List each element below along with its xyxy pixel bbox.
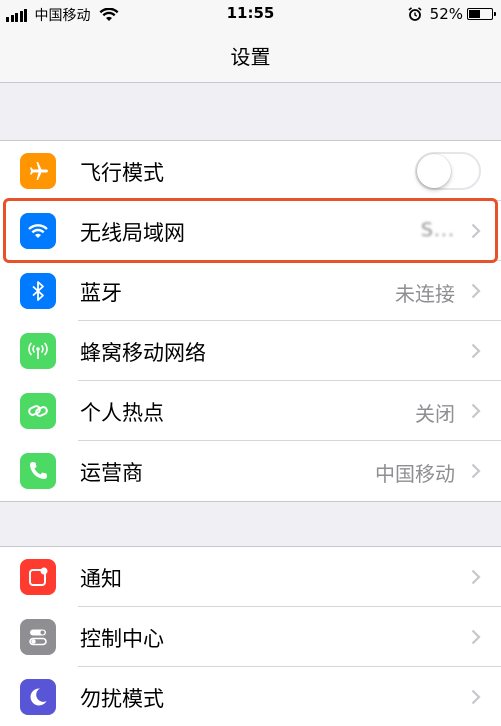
- alarm-icon: [408, 7, 422, 21]
- battery-percentage: 52%: [429, 5, 463, 23]
- settings-row-label: 个人热点: [80, 401, 164, 425]
- settings-row-notifications[interactable]: 通知: [0, 547, 501, 607]
- chevron-right-icon: [471, 403, 481, 419]
- chevron-right-icon: [471, 223, 481, 239]
- settings-group-connectivity: 飞行模式 无线局域网 S... 蓝牙 未连接 蜂窝移动网络 个人热点 关闭 运营…: [0, 140, 501, 502]
- settings-row-label: 运营商: [80, 461, 143, 485]
- airplane-icon: [20, 153, 56, 189]
- control-center-icon: [20, 619, 56, 655]
- settings-row-control-center[interactable]: 控制中心: [0, 607, 501, 667]
- settings-group-system: 通知 控制中心 勿扰模式: [0, 546, 501, 726]
- chevron-right-icon: [471, 569, 481, 585]
- battery-level-fill: [469, 10, 480, 18]
- hotspot-status: 关闭: [415, 402, 455, 426]
- settings-row-wlan[interactable]: 无线局域网 S...: [0, 201, 501, 261]
- chevron-right-icon: [471, 283, 481, 299]
- settings-row-airplane-mode[interactable]: 飞行模式: [0, 141, 501, 201]
- settings-row-label: 蓝牙: [80, 281, 122, 305]
- phone-icon: [20, 453, 56, 489]
- wlan-network-name: S...: [420, 219, 455, 241]
- bluetooth-status: 未连接: [395, 282, 455, 306]
- chevron-right-icon: [471, 343, 481, 359]
- navigation-bar: 设置: [0, 28, 501, 83]
- settings-row-bluetooth[interactable]: 蓝牙 未连接: [0, 261, 501, 321]
- wifi-icon: [20, 213, 56, 249]
- settings-row-label: 飞行模式: [80, 161, 164, 185]
- moon-icon: [20, 679, 56, 715]
- airplane-mode-toggle[interactable]: [415, 152, 481, 190]
- settings-row-cellular[interactable]: 蜂窝移动网络: [0, 321, 501, 381]
- settings-row-label: 通知: [80, 567, 122, 591]
- chevron-right-icon: [471, 629, 481, 645]
- status-right: 52%: [408, 5, 496, 23]
- status-bar: 中国移动 11:55 52%: [0, 0, 501, 28]
- bluetooth-icon: [20, 273, 56, 309]
- hotspot-chain-icon: [20, 393, 56, 429]
- settings-row-label: 勿扰模式: [80, 687, 164, 711]
- settings-row-personal-hotspot[interactable]: 个人热点 关闭: [0, 381, 501, 441]
- settings-row-carrier[interactable]: 运营商 中国移动: [0, 441, 501, 501]
- carrier-value: 中国移动: [375, 462, 455, 486]
- settings-row-label: 控制中心: [80, 627, 164, 651]
- cellular-antenna-icon: [20, 333, 56, 369]
- chevron-right-icon: [471, 689, 481, 705]
- settings-row-do-not-disturb[interactable]: 勿扰模式: [0, 667, 501, 726]
- page-title: 设置: [230, 45, 271, 69]
- settings-row-label: 无线局域网: [80, 221, 185, 245]
- chevron-right-icon: [471, 463, 481, 479]
- battery-icon: [467, 8, 496, 20]
- toggle-knob: [417, 154, 451, 188]
- notifications-icon: [20, 559, 56, 595]
- settings-row-label: 蜂窝移动网络: [80, 341, 206, 365]
